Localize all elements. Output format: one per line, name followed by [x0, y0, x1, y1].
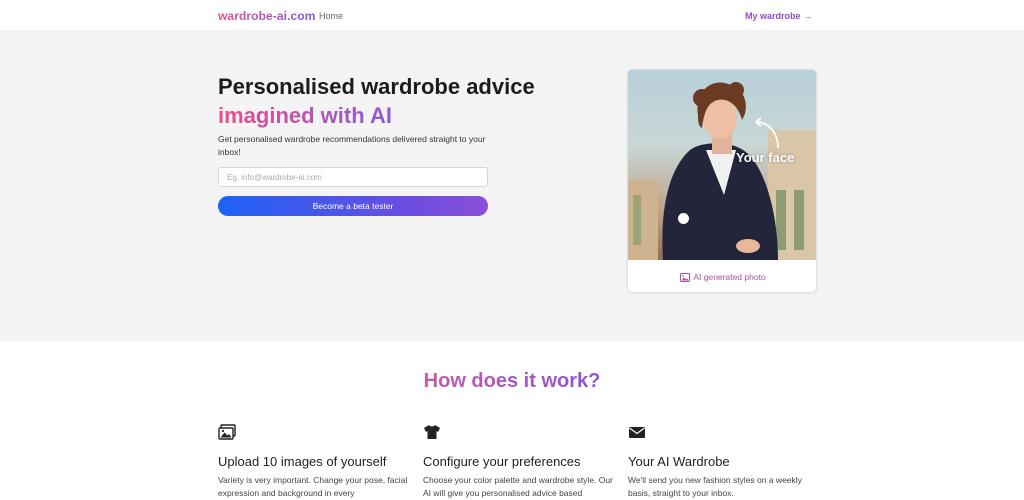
photo-caption-text: AI generated photo	[693, 272, 766, 282]
feature-text: Choose your color palette and wardrobe s…	[423, 475, 613, 498]
my-wardrobe-link[interactable]: My wardrobe →	[745, 11, 812, 21]
top-navbar: wardrobe-ai.com Home My wardrobe →	[0, 0, 1024, 31]
hero-title: Personalised wardrobe advice	[218, 74, 535, 99]
feature-preferences: Configure your preferences Choose your c…	[423, 424, 613, 500]
feature-wardrobe: Your AI Wardrobe We'll send you new fash…	[628, 424, 818, 500]
ai-generated-photo: Your face	[628, 70, 816, 260]
images-icon	[218, 424, 236, 440]
ai-photo-card: Your face AI generated photo	[627, 69, 817, 293]
person-illustration	[628, 82, 816, 260]
feature-text: We'll send you new fashion styles on a w…	[628, 475, 802, 498]
email-input[interactable]	[218, 167, 488, 187]
photo-caption: AI generated photo	[628, 260, 816, 292]
feature-title: Your AI Wardrobe	[628, 454, 730, 469]
image-icon	[680, 272, 691, 282]
brand-logo-link[interactable]: wardrobe-ai.com	[218, 9, 316, 23]
tshirt-icon	[424, 425, 440, 439]
feature-title: Upload 10 images of yourself	[218, 454, 387, 469]
feature-upload: Upload 10 images of yourself Variety is …	[218, 424, 408, 500]
feature-title: Configure your preferences	[423, 454, 581, 469]
nav-home-link[interactable]: Home	[319, 11, 343, 21]
envelope-icon	[629, 427, 645, 438]
beta-tester-button[interactable]: Become a beta tester	[218, 196, 488, 216]
feature-text: Variety is very important. Change your p…	[218, 475, 408, 498]
how-it-works-heading-wrap: How does it work?	[0, 370, 1024, 393]
how-it-works-title: How does it work?	[423, 370, 601, 392]
your-face-label: Your face	[736, 150, 795, 165]
photo-marker-dot	[678, 213, 689, 224]
hero-title-highlight: imagined with AI	[218, 103, 392, 128]
hero-description: Get personalised wardrobe recommendation…	[218, 134, 486, 157]
